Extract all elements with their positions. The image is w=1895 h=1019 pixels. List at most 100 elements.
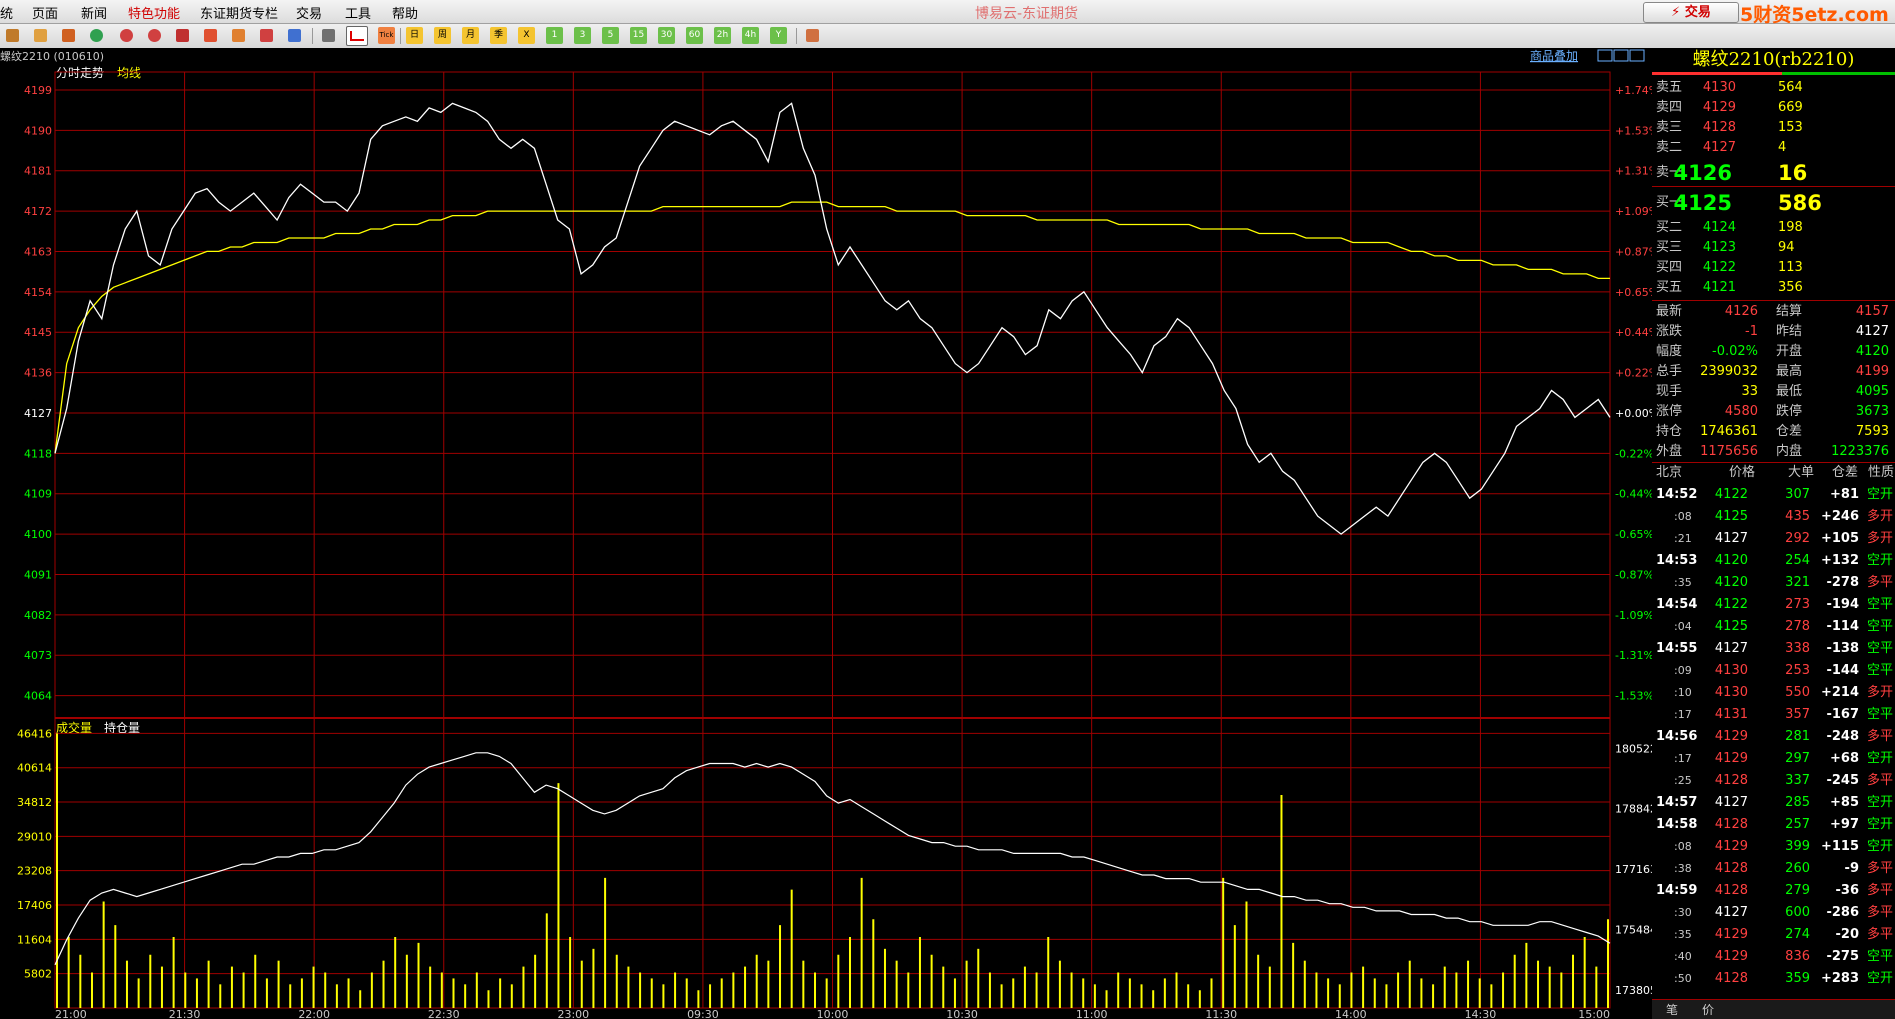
period-15m-button[interactable]: 15: [630, 27, 647, 44]
tab-trades[interactable]: 笔: [1666, 1001, 1678, 1018]
trade-row: 14:55 4127 338 -138 空平: [1656, 641, 1893, 656]
time-tick-label: 21:00: [55, 1008, 87, 1018]
pct-tick-label: -0.44%: [1615, 488, 1652, 501]
pencil-icon[interactable]: [202, 27, 219, 44]
trade-row: :21 4127 292 +105 多开: [1674, 531, 1893, 546]
pct-tick-label: -1.53%: [1615, 690, 1652, 703]
time-tick-label: 22:00: [298, 1008, 330, 1018]
trade-row: 14:57 4127 285 +85 空开: [1656, 795, 1893, 810]
symbol-label: 螺纹2210 (010610): [0, 49, 104, 63]
book-icon[interactable]: [32, 27, 49, 44]
avg-line-label: 均线: [117, 66, 141, 80]
tick-button[interactable]: Tick: [378, 27, 395, 44]
watermark-logo: 5财资5etz.com: [1740, 4, 1889, 26]
trade-button[interactable]: ⚡ 交易: [1643, 2, 1739, 23]
menu-system[interactable]: 统: [0, 3, 13, 22]
window-icon[interactable]: [174, 27, 191, 44]
indicator-icon[interactable]: [286, 27, 303, 44]
filter-icon[interactable]: [258, 27, 275, 44]
time-tick-label: 23:00: [557, 1008, 589, 1018]
price-tick-label: 4064: [24, 690, 52, 703]
trade-row: :09 4130 253 -144 空平: [1674, 663, 1893, 678]
stat-row: 现手 33 最低 4095: [1656, 384, 1889, 399]
time-tick-label: 21:30: [169, 1008, 201, 1018]
ask-level-2: 卖二 4127 4: [1656, 140, 1787, 155]
stat-row: 涨跌 -1 昨结 4127: [1656, 324, 1889, 339]
stat-row: 最新 4126 结算 4157: [1656, 304, 1889, 319]
bid-level-3: 买三 4123 94: [1656, 240, 1795, 255]
volume-tick-label: 29010: [17, 830, 52, 843]
price-tick-label: 4145: [24, 326, 52, 339]
period-year-button[interactable]: Y: [770, 27, 787, 44]
period-30m-button[interactable]: 30: [658, 27, 675, 44]
overlay-link[interactable]: 商品叠加: [1530, 48, 1578, 63]
volume-tick-label: 40614: [17, 762, 52, 775]
volume-title: 成交量: [56, 720, 92, 735]
timeshare-chart[interactable]: 螺纹2210 (010610) 商品叠加 分时走势 均线 成交量 持仓量 419…: [0, 48, 1652, 1018]
trade-row: :08 4129 399 +115 空开: [1674, 839, 1893, 854]
time-tick-label: 09:30: [687, 1008, 719, 1018]
pct-tick-label: +0.87%: [1615, 245, 1652, 258]
zoom-in-icon[interactable]: [118, 27, 135, 44]
brush-icon[interactable]: [230, 27, 247, 44]
refresh-icon[interactable]: [88, 27, 105, 44]
trade-row: 14:52 4122 307 +81 空开: [1656, 487, 1893, 502]
table-icon[interactable]: [320, 27, 337, 44]
menu-page[interactable]: 页面: [32, 3, 58, 22]
time-tick-label: 10:30: [946, 1008, 978, 1018]
price-tick-label: 4118: [24, 447, 52, 460]
stat-row: 总手 2399032 最高 4199: [1656, 364, 1889, 379]
period-x-button[interactable]: X: [518, 27, 535, 44]
ask-level-5: 卖五 4130 564: [1656, 80, 1803, 95]
stat-row: 幅度 -0.02% 开盘 4120: [1656, 344, 1889, 359]
period-month-button[interactable]: 月: [462, 27, 479, 44]
price-tick-label: 4127: [24, 407, 52, 420]
pct-tick-label: -1.09%: [1615, 609, 1652, 622]
news-icon[interactable]: [60, 27, 77, 44]
pct-tick-label: -1.31%: [1615, 649, 1652, 662]
price-tick-label: 4172: [24, 205, 52, 218]
price-tick-label: 4190: [24, 124, 52, 137]
trades-header: 北京 价格 大单 仓差 性质: [1656, 465, 1895, 480]
pct-tick-label: +0.44%: [1615, 326, 1652, 339]
trade-row: :35 4120 321 -278 多平: [1674, 575, 1893, 590]
menu-dongzheng[interactable]: 东证期货专栏: [200, 3, 278, 22]
calculator-icon[interactable]: [804, 27, 821, 44]
home-icon[interactable]: [4, 27, 21, 44]
menu-tools[interactable]: 工具: [345, 3, 371, 22]
volume-tick-label: 23208: [17, 865, 52, 878]
tab-price[interactable]: 价: [1702, 1001, 1714, 1018]
price-tick-label: 4091: [24, 568, 52, 581]
period-day-button[interactable]: 日: [406, 27, 423, 44]
period-60m-button[interactable]: 60: [686, 27, 703, 44]
trade-row: 14:53 4120 254 +132 空开: [1656, 553, 1893, 568]
oi-tick-label: 1771636: [1615, 863, 1652, 876]
zoom-out-icon[interactable]: [146, 27, 163, 44]
bid-level-2: 买二 4124 198: [1656, 220, 1803, 235]
period-season-button[interactable]: 季: [490, 27, 507, 44]
period-week-button[interactable]: 周: [434, 27, 451, 44]
volume-tick-label: 11604: [17, 933, 52, 946]
pct-tick-label: +1.74%: [1615, 84, 1652, 97]
bid-level-1: 买一 4125 586: [1656, 191, 1822, 215]
time-tick-label: 10:00: [817, 1008, 849, 1018]
price-tick-label: 4154: [24, 286, 52, 299]
menu-features[interactable]: 特色功能: [128, 3, 180, 22]
menu-news[interactable]: 新闻: [81, 3, 107, 22]
oi-tick-label: 1805220: [1615, 742, 1652, 755]
menu-help[interactable]: 帮助: [392, 3, 418, 22]
volume-tick-label: 17406: [17, 899, 52, 912]
period-2h-button[interactable]: 2h: [714, 27, 731, 44]
period-5m-button[interactable]: 5: [602, 27, 619, 44]
menu-trade[interactable]: 交易: [296, 3, 322, 22]
ask-level-4: 卖四 4129 669: [1656, 100, 1803, 115]
trade-row: :17 4129 297 +68 空开: [1674, 751, 1893, 766]
pct-tick-label: +0.22%: [1615, 367, 1652, 380]
volume-tick-label: 46416: [17, 727, 52, 740]
price-tick-label: 4100: [24, 528, 52, 541]
period-4h-button[interactable]: 4h: [742, 27, 759, 44]
volume-tick-label: 34812: [17, 796, 52, 809]
period-3m-button[interactable]: 3: [574, 27, 591, 44]
timeshare-icon[interactable]: [346, 26, 368, 46]
period-1m-button[interactable]: 1: [546, 27, 563, 44]
